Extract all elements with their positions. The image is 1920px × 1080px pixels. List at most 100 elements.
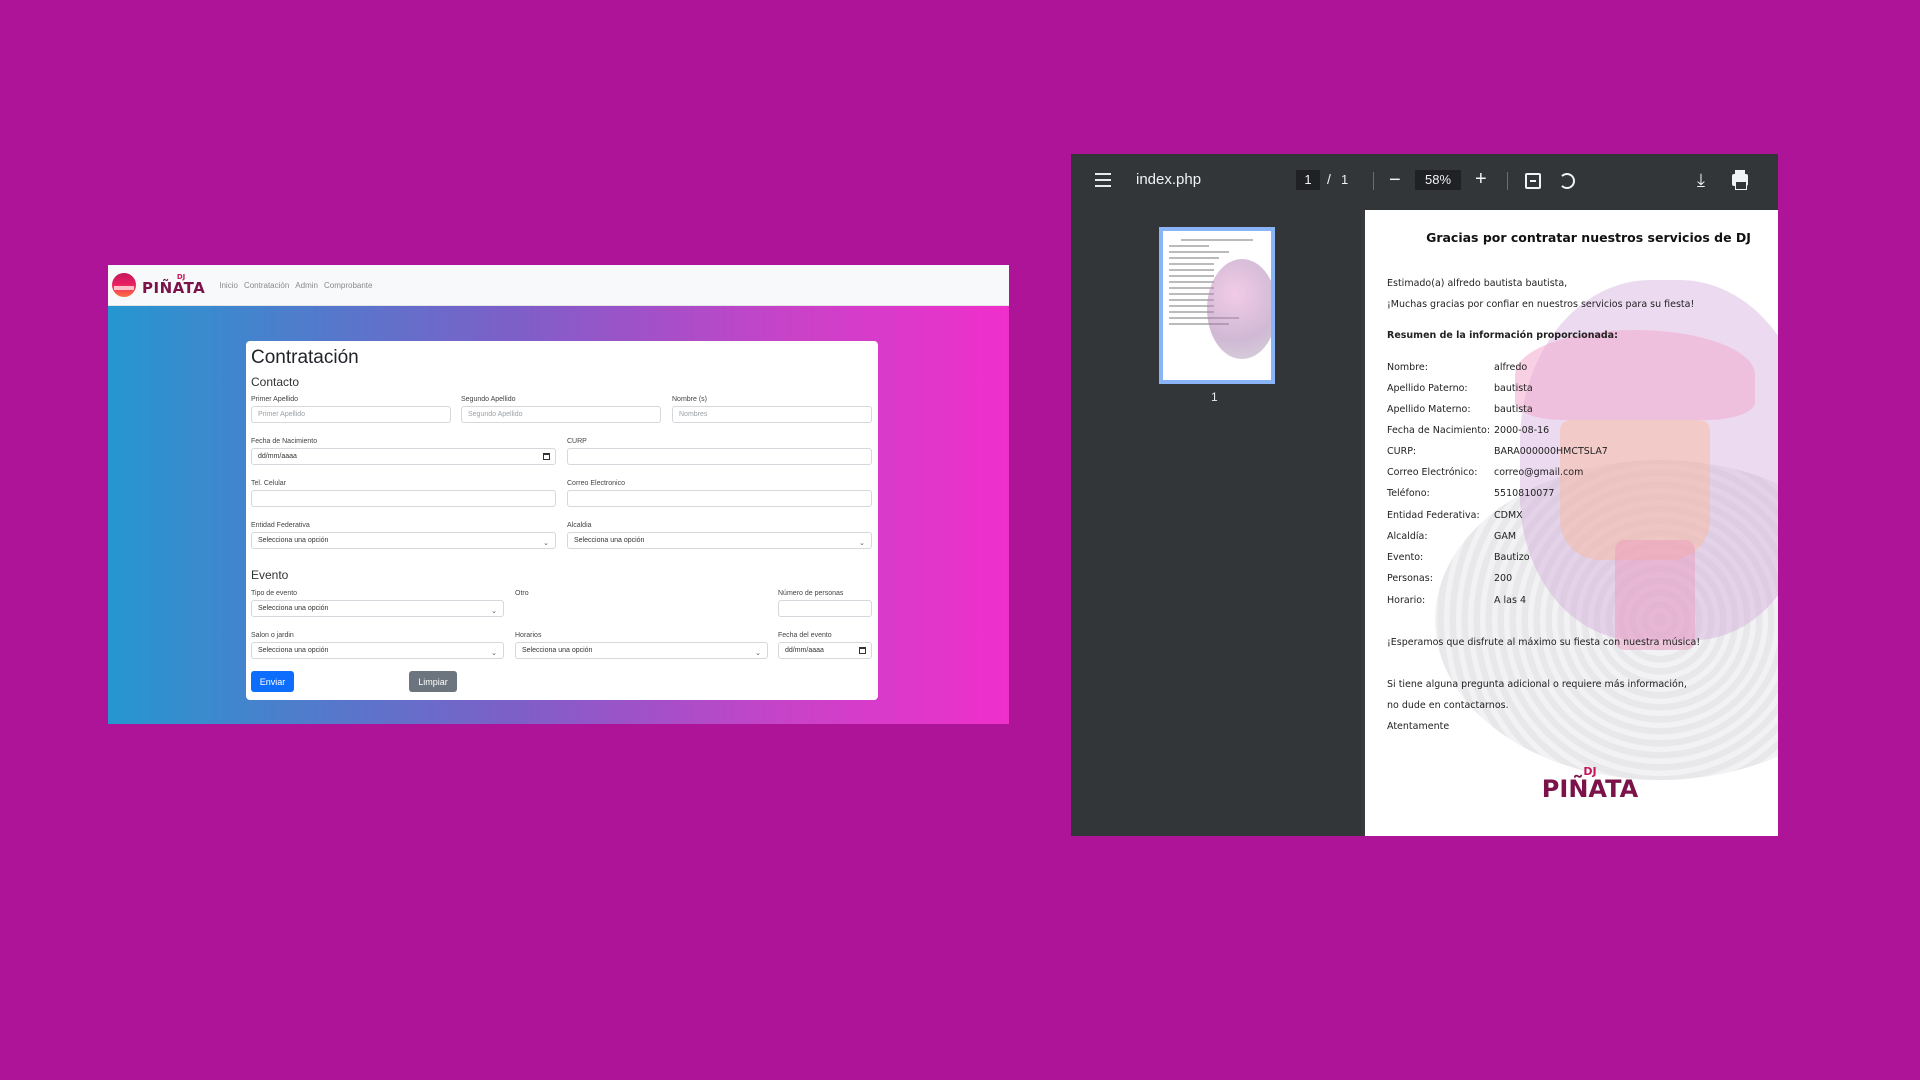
summary-row: Fecha de Nacimiento: 2000-08-16	[1387, 425, 1550, 436]
limpiar-button[interactable]: Limpiar	[409, 671, 457, 692]
form-card: Contratación Contacto Primer Apellido Pr…	[246, 341, 878, 700]
fecha-nacimiento-value: dd/mm/aaaa	[258, 453, 297, 460]
alcaldia-select[interactable]: Selecciona una opción ⌄	[567, 532, 872, 549]
fecha-evento-input[interactable]: dd/mm/aaaa	[778, 642, 872, 659]
correo-input[interactable]	[567, 490, 872, 507]
fecha-evento-label: Fecha del evento	[778, 632, 832, 639]
page-thumbnail[interactable]	[1159, 227, 1275, 384]
more-vert-icon[interactable]: ⋮	[1770, 168, 1778, 192]
thumbnail-sidebar: 1	[1071, 210, 1361, 836]
tel-celular-input[interactable]	[251, 490, 556, 507]
horarios-value: Selecciona una opción	[522, 647, 593, 654]
face-watermark	[1560, 420, 1710, 560]
pdf-toolbar: index.php 1 / 1 − 58% + ⤓ ⋮	[1071, 154, 1778, 210]
nav-link-inicio[interactable]: Inicio	[219, 281, 238, 290]
enviar-button[interactable]: Enviar	[251, 671, 294, 692]
calendar-icon[interactable]	[859, 647, 866, 654]
nav-link-contratacion[interactable]: Contratación	[244, 281, 289, 290]
plus-icon[interactable]: +	[1475, 169, 1487, 189]
pdf-title: index.php	[1136, 171, 1202, 188]
entidad-select[interactable]: Selecciona una opción ⌄	[251, 532, 556, 549]
entidad-label: Entidad Federativa	[251, 522, 310, 529]
brand-logo[interactable]: DJ PIÑATA	[112, 265, 205, 306]
navbar: DJ PIÑATA Inicio Contratación Admin Comp…	[108, 265, 1009, 306]
tipo-evento-select[interactable]: Selecciona una opción ⌄	[251, 600, 504, 617]
brand-name: PIÑATA	[142, 279, 206, 297]
tel-celular-label: Tel. Celular	[251, 480, 287, 487]
summary-row: Apellido Paterno: bautista	[1387, 383, 1533, 394]
sign-off: Atentamente	[1387, 721, 1450, 732]
summary-row: Apellido Materno: bautista	[1387, 404, 1533, 415]
chevron-down-icon: ⌄	[491, 650, 497, 657]
chevron-down-icon: ⌄	[755, 650, 761, 657]
menu-icon[interactable]	[1095, 173, 1111, 187]
thumbnail-page-number: 1	[1211, 390, 1218, 404]
summary-row: Evento: Bautizo	[1387, 552, 1530, 563]
chevron-down-icon: ⌄	[491, 608, 497, 615]
cap-watermark	[1515, 330, 1755, 420]
page-separator: /	[1327, 171, 1331, 187]
primer-apellido-label: Primer Apellido	[251, 396, 299, 403]
document-thanks: ¡Muchas gracias por confiar en nuestros …	[1387, 299, 1695, 310]
closing-message: ¡Esperamos que disfrute al máximo su fie…	[1387, 637, 1701, 648]
summary-row: Alcaldía: GAM	[1387, 531, 1517, 542]
summary-row: CURP: BARA000000HMCTSLA7	[1387, 446, 1608, 457]
otro-label: Otro	[515, 590, 529, 597]
neck-watermark	[1615, 540, 1695, 650]
summary-row: Correo Electrónico: correo@gmail.com	[1387, 467, 1584, 478]
print-icon[interactable]	[1732, 170, 1748, 190]
curp-label: CURP	[567, 438, 587, 445]
summary-heading: Resumen de la información proporcionada:	[1387, 330, 1618, 341]
minus-icon[interactable]: −	[1389, 170, 1401, 190]
numero-personas-label: Número de personas	[778, 590, 844, 597]
toolbar-divider	[1373, 172, 1374, 190]
nombres-input[interactable]: Nombres	[672, 406, 872, 423]
document-title: Gracias por contratar nuestros servicios…	[1426, 230, 1751, 245]
horarios-select[interactable]: Selecciona una opción ⌄	[515, 642, 768, 659]
nombres-label: Nombre (s)	[672, 396, 708, 403]
numero-personas-input[interactable]	[778, 600, 872, 617]
page-title: Contratación	[251, 347, 359, 368]
chevron-down-icon: ⌄	[543, 540, 549, 547]
logo-head-icon	[112, 273, 136, 297]
tipo-evento-value: Selecciona una opción	[258, 605, 329, 612]
chevron-down-icon: ⌄	[859, 540, 865, 547]
fecha-nacimiento-label: Fecha de Nacimiento	[251, 438, 318, 445]
summary-row: Entidad Federativa: CDMX	[1387, 510, 1523, 521]
nav-link-comprobante[interactable]: Comprobante	[324, 281, 372, 290]
zoom-input[interactable]: 58%	[1415, 170, 1461, 190]
page-total: 1	[1341, 172, 1349, 187]
curp-input[interactable]	[567, 448, 872, 465]
tipo-evento-label: Tipo de evento	[251, 590, 298, 597]
fecha-nacimiento-input[interactable]: dd/mm/aaaa	[251, 448, 556, 465]
toolbar-divider	[1507, 172, 1508, 190]
segundo-apellido-label: Segundo Apellido	[461, 396, 516, 403]
summary-row: Nombre: alfredo	[1387, 362, 1528, 373]
nav-links: Inicio Contratación Admin Comprobante	[213, 281, 372, 290]
calendar-icon[interactable]	[543, 453, 550, 460]
salon-select[interactable]: Selecciona una opción ⌄	[251, 642, 504, 659]
web-browser-window: DJ PIÑATA Inicio Contratación Admin Comp…	[108, 265, 1009, 724]
correo-label: Correo Electronico	[567, 480, 625, 487]
rotate-icon[interactable]	[1559, 173, 1575, 189]
contact-line-2: no dude en contactarnos.	[1387, 700, 1509, 711]
alcaldia-label: Alcaldia	[567, 522, 592, 529]
primer-apellido-input[interactable]: Primer Apellido	[251, 406, 451, 423]
alcaldia-value: Selecciona una opción	[574, 537, 645, 544]
salon-label: Salon o jardin	[251, 632, 294, 639]
evento-heading: Evento	[251, 568, 289, 582]
document-logo: DJ PIÑATA	[1541, 765, 1639, 803]
summary-row: Personas: 200	[1387, 573, 1513, 584]
contact-line-1: Si tiene alguna pregunta adicional o req…	[1387, 679, 1687, 690]
fit-page-icon[interactable]	[1525, 173, 1541, 189]
pdf-page: Gracias por contratar nuestros servicios…	[1365, 210, 1778, 836]
contacto-heading: Contacto	[251, 375, 300, 389]
thumbnail-watermark	[1207, 259, 1271, 359]
summary-row: Teléfono: 5510810077	[1387, 488, 1555, 499]
fecha-evento-value: dd/mm/aaaa	[785, 647, 824, 654]
nav-link-admin[interactable]: Admin	[295, 281, 318, 290]
download-icon[interactable]: ⤓	[1697, 170, 1705, 190]
entidad-value: Selecciona una opción	[258, 537, 329, 544]
segundo-apellido-input[interactable]: Segundo Apellido	[461, 406, 661, 423]
page-number-input[interactable]: 1	[1296, 170, 1320, 190]
